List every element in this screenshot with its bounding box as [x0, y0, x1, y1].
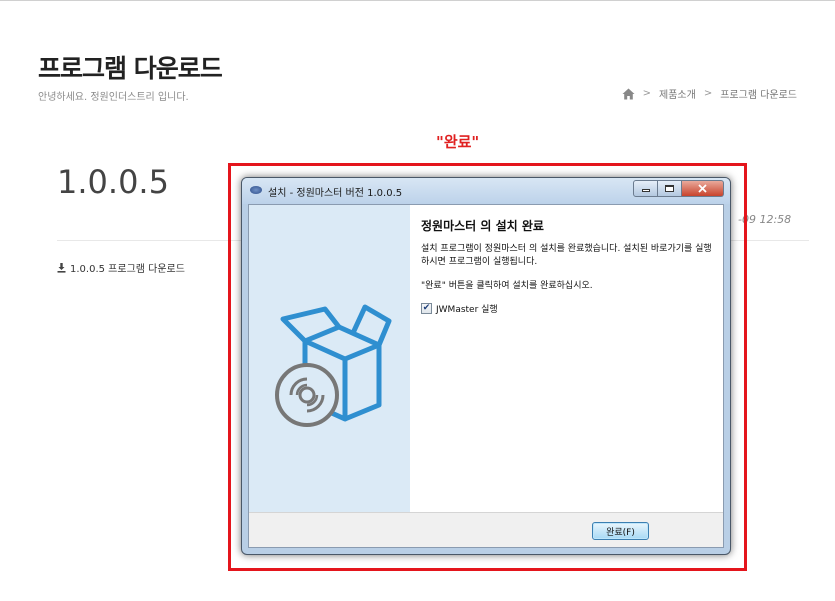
download-label: 1.0.0.5 프로그램 다운로드: [70, 264, 185, 275]
download-icon: [57, 262, 66, 273]
breadcrumb-item-products[interactable]: 제품소개: [659, 86, 696, 101]
download-link[interactable]: 1.0.0.5 프로그램 다운로드: [57, 260, 185, 275]
breadcrumb-separator: >: [703, 88, 713, 99]
annotation-callout: "완료": [436, 133, 480, 151]
page-title: 프로그램 다운로드: [38, 54, 223, 83]
annotation-frame: [228, 163, 747, 571]
page-subtitle: 안녕하세요. 정원인더스트리 입니다.: [38, 92, 189, 103]
breadcrumb-item-program-download[interactable]: 프로그램 다운로드: [720, 86, 797, 101]
release-version: 1.0.0.5: [57, 163, 169, 201]
breadcrumb: > 제품소개 > 프로그램 다운로드: [622, 86, 797, 101]
breadcrumb-separator: >: [642, 88, 652, 99]
home-icon[interactable]: [622, 88, 635, 100]
top-border: [0, 0, 835, 1]
